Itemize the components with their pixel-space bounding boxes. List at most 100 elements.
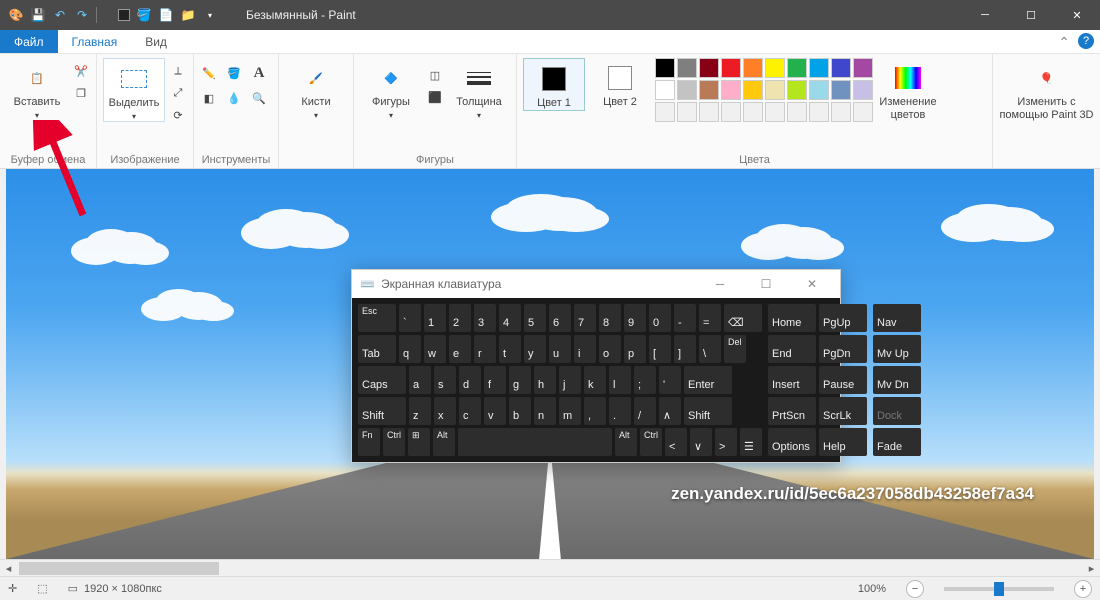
osk-key[interactable]: x: [434, 397, 456, 425]
canvas-area[interactable]: ⌨️ Экранная клавиатура ─ ☐ ✕ Esc`1234567…: [0, 169, 1100, 559]
palette-swatch[interactable]: [677, 102, 697, 122]
osk-key[interactable]: Ctrl: [640, 428, 662, 456]
palette-swatch[interactable]: [831, 102, 851, 122]
osk-key[interactable]: [458, 428, 612, 456]
osk-key[interactable]: Shift: [684, 397, 732, 425]
osk-key[interactable]: ,: [584, 397, 606, 425]
osk-key[interactable]: v: [484, 397, 506, 425]
osk-key[interactable]: e: [449, 335, 471, 363]
select-button[interactable]: Выделить ▾: [103, 58, 165, 122]
fill-icon[interactable]: 🪣: [225, 64, 243, 82]
osk-key[interactable]: .: [609, 397, 631, 425]
osk-key[interactable]: -: [674, 304, 696, 332]
resize-icon[interactable]: ⤢: [169, 84, 187, 102]
paste-button[interactable]: 📋 Вставить ▾: [6, 58, 68, 120]
osk-key[interactable]: 2: [449, 304, 471, 332]
osk-key[interactable]: ∨: [690, 428, 712, 456]
palette-swatch[interactable]: [677, 58, 697, 78]
osk-key[interactable]: a: [409, 366, 431, 394]
osk-key[interactable]: 9: [624, 304, 646, 332]
palette-swatch[interactable]: [699, 80, 719, 100]
osk-nav-key[interactable]: Pause: [819, 366, 867, 394]
osk-key[interactable]: ∧: [659, 397, 681, 425]
osk-ext-key[interactable]: Mv Dn: [873, 366, 921, 394]
osk-key[interactable]: w: [424, 335, 446, 363]
undo-icon[interactable]: ↶: [52, 7, 68, 23]
zoom-in-button[interactable]: +: [1074, 580, 1092, 598]
scroll-right-icon[interactable]: ▸: [1083, 562, 1100, 575]
help-icon[interactable]: ?: [1078, 33, 1094, 49]
copy-icon[interactable]: ❐: [72, 84, 90, 102]
magnifier-icon[interactable]: 🔍: [250, 89, 268, 107]
osk-key[interactable]: \: [699, 335, 721, 363]
osk-key[interactable]: Fn: [358, 428, 380, 456]
osk-key[interactable]: Enter: [684, 366, 732, 394]
eraser-icon[interactable]: ◧: [200, 89, 218, 107]
zoom-slider[interactable]: [944, 587, 1054, 591]
palette-swatch[interactable]: [809, 80, 829, 100]
scroll-left-icon[interactable]: ◂: [0, 562, 17, 575]
osk-ext-key[interactable]: Fade: [873, 428, 921, 456]
save-icon[interactable]: 💾: [30, 7, 46, 23]
osk-key[interactable]: f: [484, 366, 506, 394]
horizontal-scrollbar[interactable]: ◂ ▸: [0, 559, 1100, 576]
palette-swatch[interactable]: [699, 58, 719, 78]
scroll-thumb[interactable]: [19, 562, 219, 575]
palette-swatch[interactable]: [655, 58, 675, 78]
thickness-button[interactable]: Толщина ▾: [448, 58, 510, 120]
osk-key[interactable]: m: [559, 397, 581, 425]
picker-icon[interactable]: 💧: [225, 89, 243, 107]
palette-swatch[interactable]: [655, 102, 675, 122]
osk-key[interactable]: i: [574, 335, 596, 363]
osk-key[interactable]: s: [434, 366, 456, 394]
qat-bucket-icon[interactable]: 🪣: [136, 7, 152, 23]
osk-key[interactable]: `: [399, 304, 421, 332]
osk-nav-key[interactable]: End: [768, 335, 816, 363]
osk-key[interactable]: ]: [674, 335, 696, 363]
palette-swatch[interactable]: [699, 102, 719, 122]
palette-swatch[interactable]: [809, 58, 829, 78]
osk-close-button[interactable]: ✕: [792, 277, 832, 291]
osk-nav-key[interactable]: PrtScn: [768, 397, 816, 425]
text-icon[interactable]: A: [250, 64, 268, 82]
qat-new-icon[interactable]: 📄: [158, 7, 174, 23]
osk-key[interactable]: 8: [599, 304, 621, 332]
osk-maximize-button[interactable]: ☐: [746, 277, 786, 291]
tab-file[interactable]: Файл: [0, 30, 58, 53]
palette-swatch[interactable]: [765, 58, 785, 78]
osk-key[interactable]: y: [524, 335, 546, 363]
osk-key[interactable]: c: [459, 397, 481, 425]
osk-key[interactable]: r: [474, 335, 496, 363]
palette-swatch[interactable]: [809, 102, 829, 122]
osk-nav-key[interactable]: Insert: [768, 366, 816, 394]
osk-key[interactable]: >: [715, 428, 737, 456]
osk-key[interactable]: 0: [649, 304, 671, 332]
osk-key[interactable]: g: [509, 366, 531, 394]
zoom-out-button[interactable]: −: [906, 580, 924, 598]
palette-swatch[interactable]: [677, 80, 697, 100]
palette-swatch[interactable]: [743, 58, 763, 78]
palette-swatch[interactable]: [655, 80, 675, 100]
osk-key[interactable]: <: [665, 428, 687, 456]
osk-key[interactable]: z: [409, 397, 431, 425]
close-button[interactable]: ✕: [1054, 0, 1100, 30]
tab-view[interactable]: Вид: [131, 30, 181, 53]
osk-key[interactable]: ;: [634, 366, 656, 394]
palette-swatch[interactable]: [743, 80, 763, 100]
brushes-button[interactable]: 🖌️ Кисти ▾: [285, 58, 347, 120]
osk-nav-key[interactable]: PgUp: [819, 304, 867, 332]
rotate-icon[interactable]: ⟳: [169, 106, 187, 124]
osk-ext-key[interactable]: Dock: [873, 397, 921, 425]
zoom-knob[interactable]: [994, 582, 1004, 596]
osk-key[interactable]: ': [659, 366, 681, 394]
osk-key[interactable]: d: [459, 366, 481, 394]
osk-key[interactable]: /: [634, 397, 656, 425]
osk-key[interactable]: Del: [724, 335, 746, 363]
paint3d-button[interactable]: 🎈 Изменить с помощью Paint 3D: [999, 58, 1094, 122]
osk-key[interactable]: o: [599, 335, 621, 363]
osk-nav-key[interactable]: Help: [819, 428, 867, 456]
osk-key[interactable]: 7: [574, 304, 596, 332]
osk-ext-key[interactable]: Nav: [873, 304, 921, 332]
osk-nav-key[interactable]: PgDn: [819, 335, 867, 363]
color1-button[interactable]: Цвет 1: [523, 58, 585, 111]
